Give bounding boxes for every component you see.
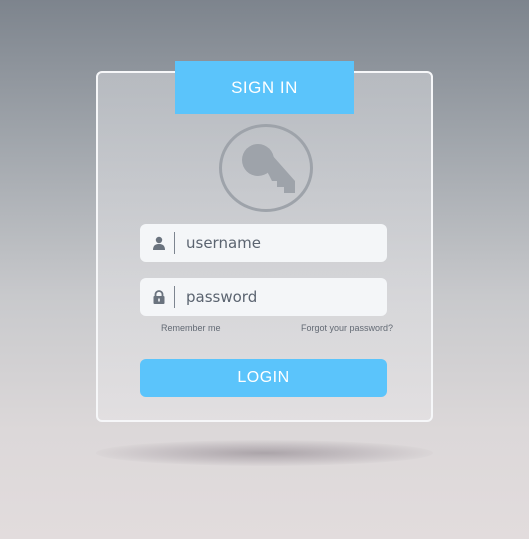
sign-in-title: SIGN IN [231, 77, 298, 97]
password-divider [174, 286, 175, 308]
page-background: { "header": { "title": "SIGN IN" }, "for… [0, 0, 529, 539]
sign-in-header: SIGN IN [175, 61, 354, 114]
key-logo [219, 124, 313, 212]
user-icon [153, 236, 165, 250]
login-button[interactable]: LOGIN [140, 359, 387, 397]
forgot-password-link[interactable]: Forgot your password? [301, 323, 393, 333]
username-divider [174, 232, 175, 254]
password-field [140, 278, 387, 316]
key-icon [242, 144, 295, 193]
username-input[interactable] [186, 228, 376, 258]
username-field [140, 224, 387, 262]
password-input[interactable] [186, 282, 376, 312]
card-shadow [96, 440, 433, 466]
lock-icon [153, 290, 165, 304]
remember-me-link[interactable]: Remember me [161, 323, 221, 333]
